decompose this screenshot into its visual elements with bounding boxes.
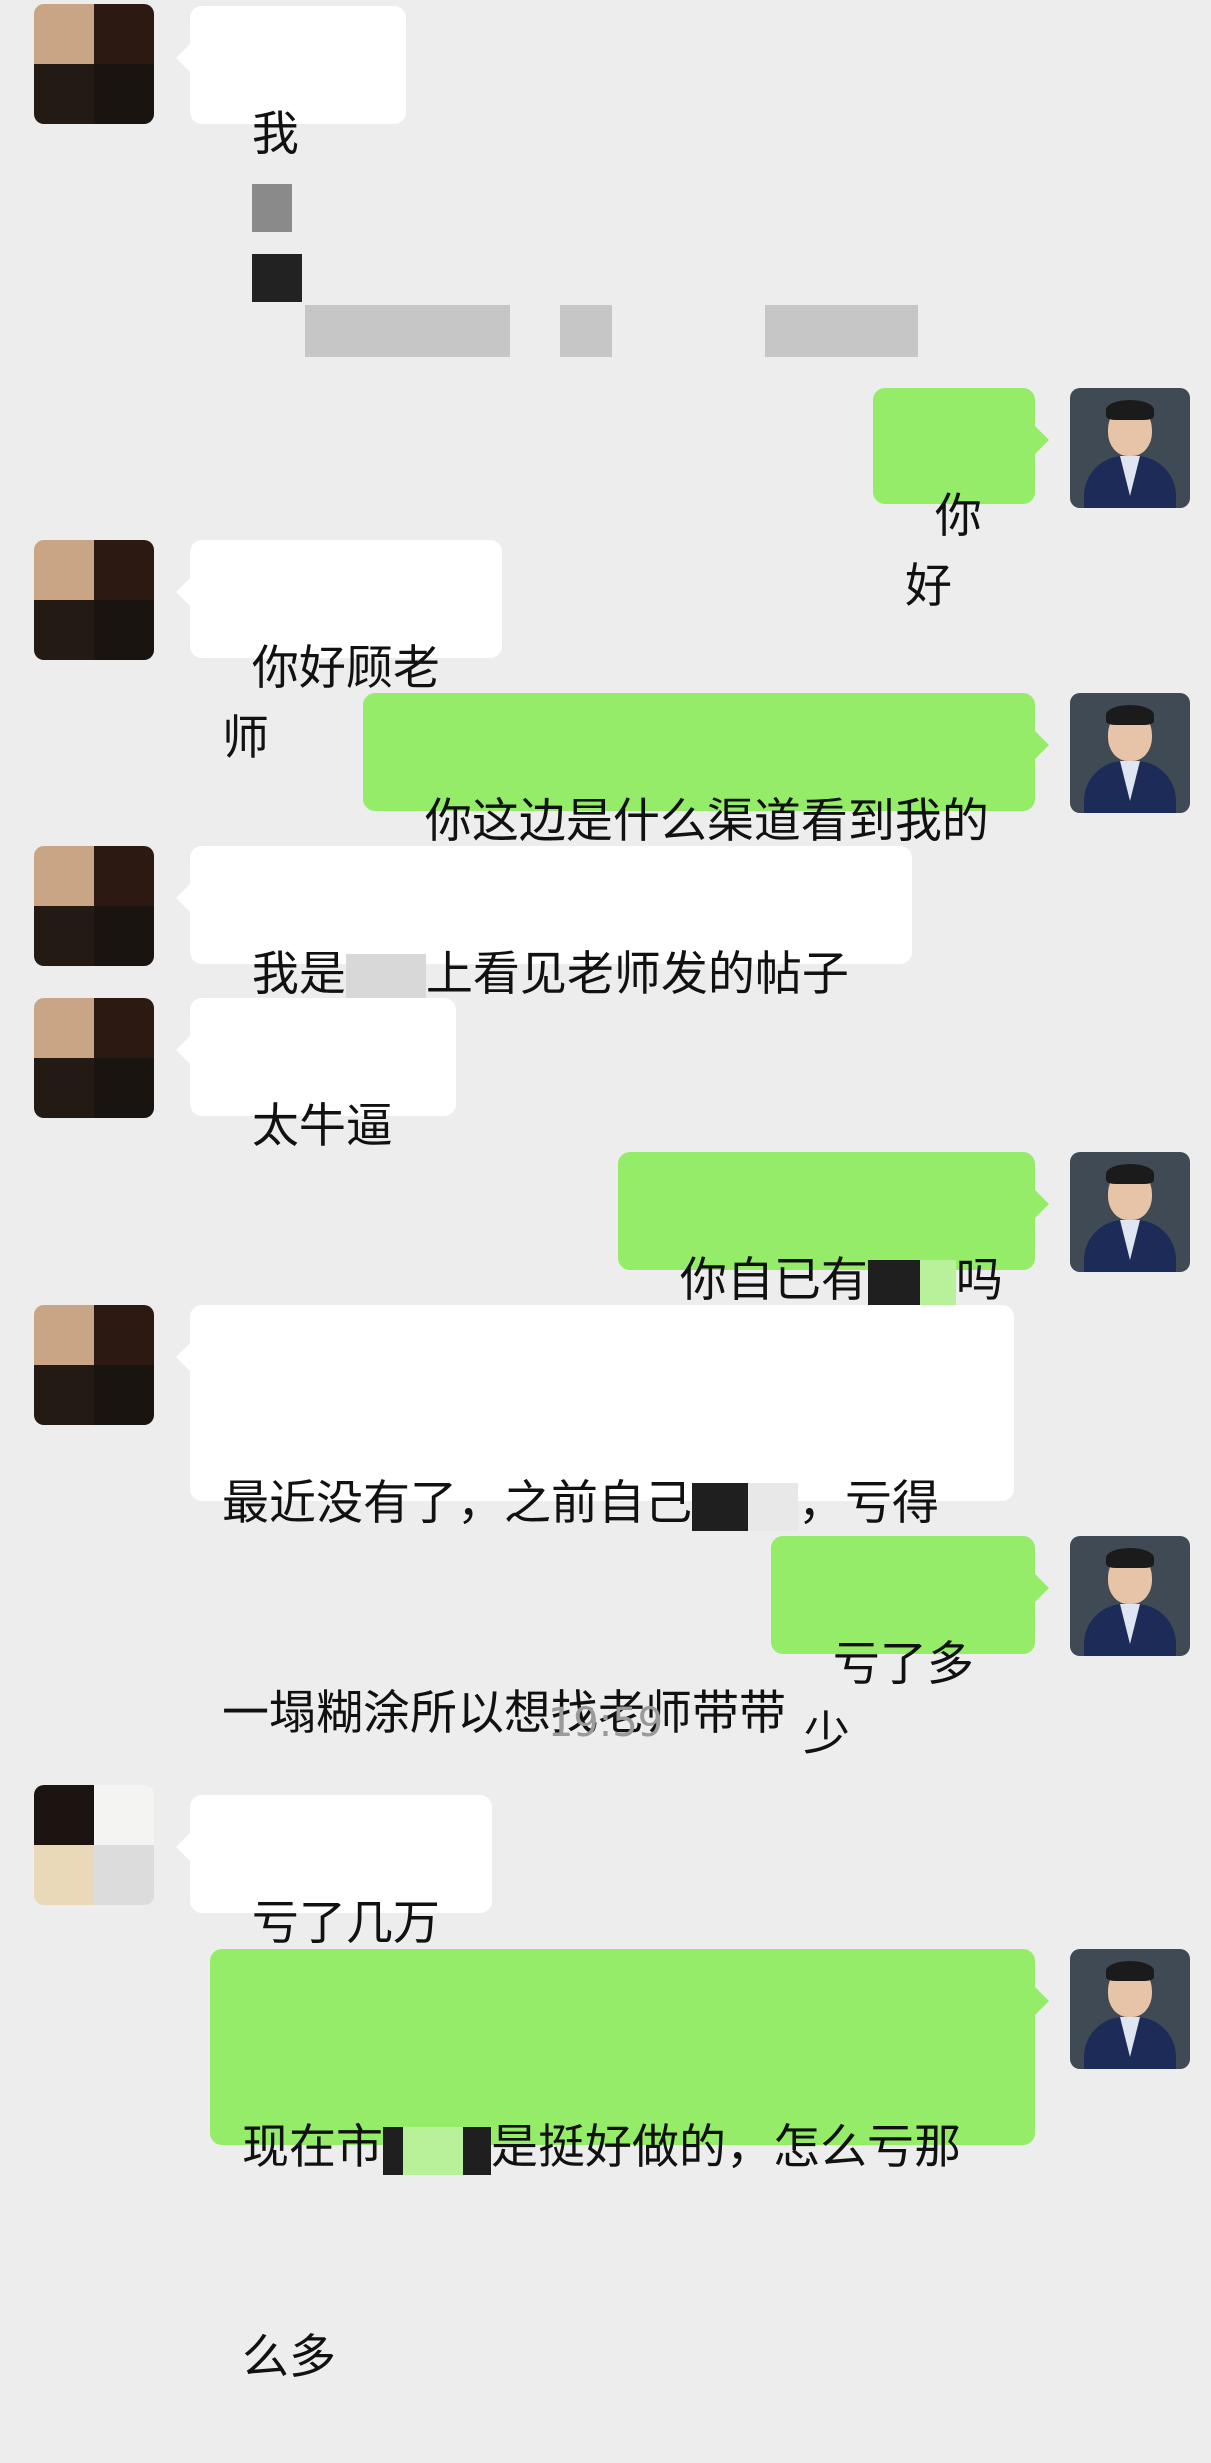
redacted-block xyxy=(251,183,292,232)
redacted-block xyxy=(748,1482,798,1531)
user-avatar[interactable] xyxy=(1070,1536,1190,1656)
message-text: 你好 xyxy=(905,489,982,614)
message-text: 现在市 xyxy=(242,2120,383,2175)
message-text: 我是 xyxy=(251,947,346,1002)
contact-avatar[interactable] xyxy=(34,1305,154,1425)
message-text: 么多 xyxy=(242,2330,336,2385)
message-bubble[interactable]: 你自已有 吗 xyxy=(618,1152,1049,1308)
message-bubble[interactable]: 你好 xyxy=(873,388,1049,614)
redacted-block xyxy=(345,953,426,1002)
redacted-block xyxy=(919,1259,956,1308)
message-bubble[interactable]: 太牛逼 xyxy=(176,998,456,1154)
contact-avatar[interactable] xyxy=(34,4,154,124)
user-avatar[interactable] xyxy=(1070,1949,1190,2069)
message-bubble[interactable]: 现在市 是挺好做的，怎么亏那 么多 xyxy=(210,1949,1049,2385)
message-text: 上看见老师发的帖子 xyxy=(425,947,849,1002)
redacted-block xyxy=(383,2126,403,2175)
user-avatar[interactable] xyxy=(1070,693,1190,813)
message-bubble[interactable]: 最近没有了，之前自己 ，亏得 一塌糊涂所以想找老师带带 xyxy=(176,1305,1014,1741)
chat-timestamp: 19:59 xyxy=(547,1700,664,1746)
redacted-block xyxy=(403,2126,463,2175)
redacted-block xyxy=(251,253,302,302)
message-bubble[interactable]: 我 xyxy=(176,6,406,302)
user-avatar[interactable] xyxy=(1070,388,1190,508)
message-text: 我 xyxy=(251,107,299,162)
message-bubble[interactable]: 亏了多少 xyxy=(771,1536,1049,1762)
redacted-block xyxy=(867,1259,920,1308)
redacted-notice xyxy=(305,305,510,357)
redacted-block xyxy=(463,2126,491,2175)
message-bubble[interactable]: 我是 上看见老师发的帖子 xyxy=(176,846,912,1002)
message-bubble[interactable]: 亏了几万 u xyxy=(176,1795,492,2021)
message-bubble[interactable]: 你好顾老师 xyxy=(176,540,502,766)
redacted-notice xyxy=(765,305,918,357)
contact-avatar[interactable] xyxy=(34,998,154,1118)
redacted-block xyxy=(692,1482,748,1531)
message-text: 你自已有 xyxy=(679,1253,868,1308)
message-text: 太牛逼 xyxy=(251,1099,393,1154)
contact-avatar[interactable] xyxy=(34,846,154,966)
redacted-notice xyxy=(560,305,612,357)
contact-avatar[interactable] xyxy=(34,540,154,660)
message-text: 你这边是什么渠道看到我的 xyxy=(424,794,989,849)
contact-avatar[interactable] xyxy=(34,1785,154,1905)
message-text: ，亏得 xyxy=(798,1476,939,1531)
message-text: 吗 xyxy=(955,1253,1003,1308)
user-avatar[interactable] xyxy=(1070,1152,1190,1272)
message-text: 是挺好做的，怎么亏那 xyxy=(491,2120,961,2175)
message-bubble[interactable]: 你这边是什么渠道看到我的 xyxy=(363,693,1049,849)
message-text: 最近没有了，之前自己 xyxy=(222,1476,692,1531)
